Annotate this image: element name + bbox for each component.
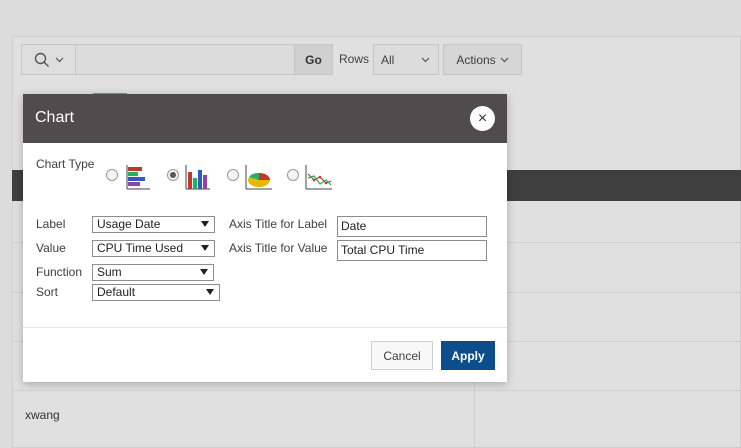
- dropdown-arrow-icon: [201, 221, 209, 227]
- dialog-title: Chart: [35, 109, 75, 126]
- label-field-label: Label: [36, 217, 66, 231]
- sort-field-label: Sort: [36, 285, 59, 299]
- horizontal-bar-chart-icon: [126, 165, 150, 190]
- chart-dialog: Chart × Chart Type Label Usage Date Valu…: [23, 94, 507, 382]
- actions-menu-button[interactable]: Actions: [443, 44, 523, 75]
- close-icon: ×: [477, 109, 488, 127]
- rows-select-value: All: [381, 52, 395, 67]
- search-column-button[interactable]: [21, 44, 76, 75]
- chart-type-radio-line[interactable]: [287, 169, 299, 181]
- report-toolbar: Go Rows All Actions: [21, 44, 523, 75]
- label-select[interactable]: Usage Date: [92, 216, 215, 233]
- value-field-label: Value: [36, 241, 66, 255]
- rows-select[interactable]: All: [373, 44, 440, 75]
- pie-chart-icon: [245, 165, 272, 190]
- table-cell: xwang: [25, 408, 60, 422]
- chart-type-radio-vertical-bar[interactable]: [167, 169, 179, 181]
- line-chart-icon: [305, 165, 332, 190]
- chart-type-radio-pie[interactable]: [227, 169, 239, 181]
- search-icon: [34, 52, 49, 67]
- search-input[interactable]: [76, 44, 295, 75]
- actions-label: Actions: [456, 52, 496, 67]
- sort-select-value: Default: [97, 285, 136, 299]
- apply-button[interactable]: Apply: [441, 341, 495, 370]
- cancel-button[interactable]: Cancel: [371, 341, 433, 370]
- axis-title-label-label: Axis Title for Label: [229, 217, 328, 231]
- dialog-footer: Cancel Apply: [23, 327, 507, 382]
- chevron-down-icon: [55, 57, 63, 62]
- rows-label: Rows: [339, 52, 370, 66]
- close-button[interactable]: ×: [470, 106, 495, 131]
- table-row-divider: [12, 390, 741, 391]
- value-select[interactable]: CPU Time Used: [92, 240, 215, 257]
- axis-title-value-label: Axis Title for Value: [229, 241, 328, 255]
- chevron-down-icon: [421, 57, 430, 62]
- chart-type-label: Chart Type: [36, 157, 95, 171]
- value-select-value: CPU Time Used: [97, 241, 184, 255]
- chevron-down-icon: [500, 57, 509, 62]
- function-select-value: Sum: [97, 265, 122, 279]
- dialog-body: Chart Type Label Usage Date Value CPU Ti…: [23, 143, 507, 327]
- dialog-header: Chart ×: [23, 94, 507, 143]
- chart-type-radio-horizontal-bar[interactable]: [106, 169, 118, 181]
- function-select[interactable]: Sum: [92, 264, 214, 281]
- label-select-value: Usage Date: [97, 217, 161, 231]
- axis-title-label-input[interactable]: Date: [337, 216, 487, 237]
- dropdown-arrow-icon: [206, 289, 214, 295]
- function-field-label: Function: [36, 265, 83, 279]
- axis-title-value-input[interactable]: Total CPU Time: [337, 240, 487, 261]
- dropdown-arrow-icon: [201, 245, 209, 251]
- vertical-bar-chart-icon: [185, 165, 210, 190]
- go-button[interactable]: Go: [295, 44, 333, 75]
- sort-select[interactable]: Default: [92, 284, 220, 301]
- dropdown-arrow-icon: [200, 269, 208, 275]
